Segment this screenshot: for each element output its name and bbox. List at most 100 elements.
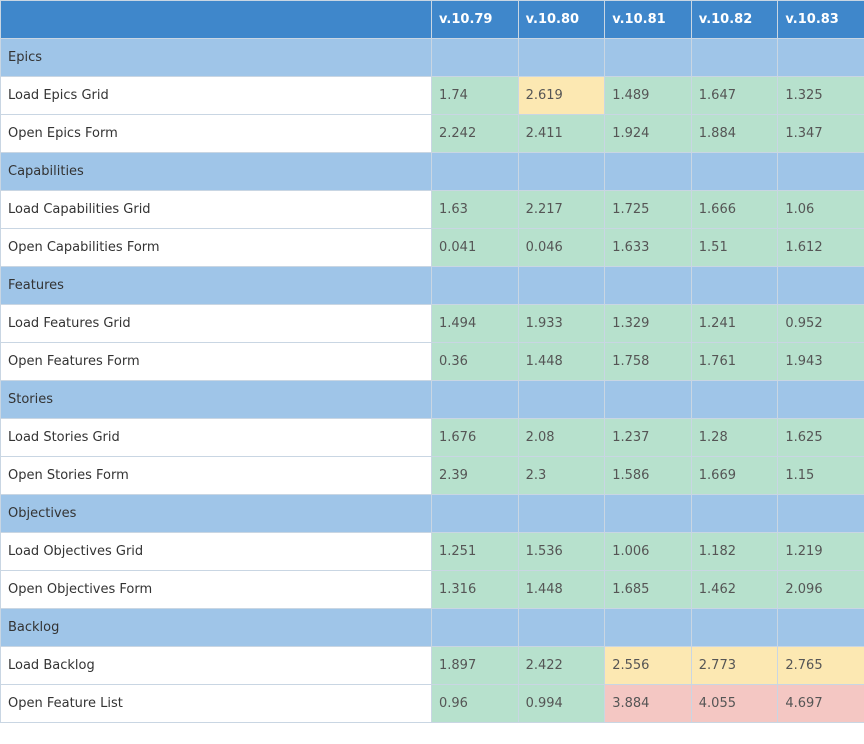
metric-cell: 0.36	[431, 342, 519, 381]
row-label: Load Objectives Grid	[0, 532, 432, 571]
group-row-stories[interactable]: Stories	[0, 380, 864, 419]
group-row-objectives[interactable]: Objectives	[0, 494, 864, 533]
metric-cell: 1.237	[604, 418, 692, 457]
row-label: Open Capabilities Form	[0, 228, 432, 267]
group-row-capabilities[interactable]: Capabilities	[0, 152, 864, 191]
row-label: Load Stories Grid	[0, 418, 432, 457]
metric-cell: 0.046	[517, 228, 606, 267]
metric-cell: 2.08	[517, 418, 606, 457]
group-empty-cell	[431, 152, 519, 191]
metric-cell: 1.586	[604, 456, 692, 495]
column-header-v-10-81[interactable]: v.10.81	[604, 0, 692, 39]
metric-cell: 1.462	[690, 570, 779, 609]
metric-cell: 1.06	[777, 190, 864, 229]
metric-cell: 1.51	[690, 228, 779, 267]
group-empty-cell	[777, 152, 864, 191]
group-empty-cell	[690, 38, 779, 77]
metric-cell: 4.055	[690, 684, 779, 723]
table-row[interactable]: Open Features Form 0.36 1.448 1.758 1.761 1.9…	[0, 342, 864, 381]
column-header-v-10-80[interactable]: v.10.80	[517, 0, 606, 39]
table-header: v.10.79 v.10.80 v.10.81 v.10.82 v.10.83	[0, 0, 864, 39]
metric-cell: 2.556	[604, 646, 692, 685]
table-body: Epics Load Epics Grid 1.74 2.619 1.489 1.647 1…	[0, 38, 864, 723]
row-label: Load Capabilities Grid	[0, 190, 432, 229]
metric-cell: 1.448	[517, 570, 606, 609]
row-label: Open Epics Form	[0, 114, 432, 153]
metric-cell: 1.761	[690, 342, 779, 381]
metric-cell: 0.952	[777, 304, 864, 343]
metric-cell: 1.489	[604, 76, 692, 115]
group-empty-cell	[431, 38, 519, 77]
group-empty-cell	[517, 38, 606, 77]
metric-cell: 1.758	[604, 342, 692, 381]
group-label: Backlog	[0, 608, 432, 647]
metric-cell: 4.697	[777, 684, 864, 723]
metric-cell: 1.251	[431, 532, 519, 571]
performance-table: v.10.79 v.10.80 v.10.81 v.10.82 v.10.83 Epic…	[0, 0, 864, 723]
metric-cell: 1.536	[517, 532, 606, 571]
group-empty-cell	[517, 266, 606, 305]
metric-cell: 1.347	[777, 114, 864, 153]
group-empty-cell	[777, 494, 864, 533]
metric-cell: 1.494	[431, 304, 519, 343]
metric-cell: 2.242	[431, 114, 519, 153]
group-empty-cell	[431, 380, 519, 419]
metric-cell: 1.943	[777, 342, 864, 381]
group-empty-cell	[431, 266, 519, 305]
table-row[interactable]: Open Epics Form 2.242 2.411 1.924 1.884 1.347	[0, 114, 864, 153]
table-row[interactable]: Open Feature List 0.96 0.994 3.884 4.055 4.69…	[0, 684, 864, 723]
table-row[interactable]: Open Objectives Form 1.316 1.448 1.685 1.462…	[0, 570, 864, 609]
group-label: Features	[0, 266, 432, 305]
group-row-backlog[interactable]: Backlog	[0, 608, 864, 647]
group-empty-cell	[777, 380, 864, 419]
metric-cell: 1.219	[777, 532, 864, 571]
row-label: Load Features Grid	[0, 304, 432, 343]
metric-cell: 1.884	[690, 114, 779, 153]
table-row[interactable]: Load Backlog 1.897 2.422 2.556 2.773 2.765	[0, 646, 864, 685]
group-empty-cell	[690, 266, 779, 305]
metric-cell: 2.773	[690, 646, 779, 685]
metric-cell: 1.74	[431, 76, 519, 115]
group-row-features[interactable]: Features	[0, 266, 864, 305]
column-header-v-10-79[interactable]: v.10.79	[431, 0, 519, 39]
row-label: Open Objectives Form	[0, 570, 432, 609]
group-label: Objectives	[0, 494, 432, 533]
group-label: Capabilities	[0, 152, 432, 191]
metric-cell: 1.15	[777, 456, 864, 495]
group-label: Stories	[0, 380, 432, 419]
metric-cell: 1.625	[777, 418, 864, 457]
group-empty-cell	[777, 608, 864, 647]
metric-cell: 1.633	[604, 228, 692, 267]
group-empty-cell	[431, 494, 519, 533]
table-row[interactable]: Load Capabilities Grid 1.63 2.217 1.725 1.66…	[0, 190, 864, 229]
group-empty-cell	[604, 266, 692, 305]
metric-cell: 1.63	[431, 190, 519, 229]
metric-cell: 1.241	[690, 304, 779, 343]
group-empty-cell	[690, 380, 779, 419]
metric-cell: 2.39	[431, 456, 519, 495]
metric-cell: 1.448	[517, 342, 606, 381]
table-row[interactable]: Open Stories Form 2.39 2.3 1.586 1.669 1.15	[0, 456, 864, 495]
table-row[interactable]: Load Epics Grid 1.74 2.619 1.489 1.647 1.325	[0, 76, 864, 115]
group-empty-cell	[517, 152, 606, 191]
metric-cell: 1.924	[604, 114, 692, 153]
metric-cell: 2.217	[517, 190, 606, 229]
table-row[interactable]: Load Stories Grid 1.676 2.08 1.237 1.28 1.625	[0, 418, 864, 457]
column-header-v-10-82[interactable]: v.10.82	[690, 0, 779, 39]
column-header-v-10-83[interactable]: v.10.83	[777, 0, 864, 39]
metric-cell: 1.933	[517, 304, 606, 343]
metric-cell: 1.676	[431, 418, 519, 457]
group-empty-cell	[604, 380, 692, 419]
header-row: v.10.79 v.10.80 v.10.81 v.10.82 v.10.83	[0, 0, 864, 39]
metric-cell: 0.96	[431, 684, 519, 723]
group-row-epics[interactable]: Epics	[0, 38, 864, 77]
group-empty-cell	[777, 266, 864, 305]
table-row[interactable]: Open Capabilities Form 0.041 0.046 1.633 1.5…	[0, 228, 864, 267]
table-row[interactable]: Load Features Grid 1.494 1.933 1.329 1.241 0.…	[0, 304, 864, 343]
table-row[interactable]: Load Objectives Grid 1.251 1.536 1.006 1.182…	[0, 532, 864, 571]
metric-cell: 1.006	[604, 532, 692, 571]
group-empty-cell	[517, 494, 606, 533]
metric-cell: 2.411	[517, 114, 606, 153]
metric-cell: 1.325	[777, 76, 864, 115]
row-label: Load Backlog	[0, 646, 432, 685]
